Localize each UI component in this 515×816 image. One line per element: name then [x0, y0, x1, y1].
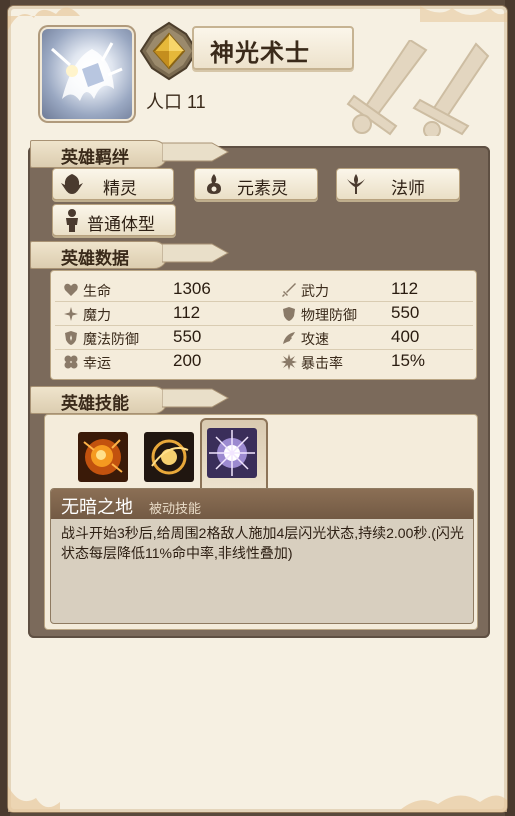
bond-body-type-button[interactable]: 普通体型 — [52, 204, 176, 236]
bond-elf-label: 精灵 — [103, 179, 137, 198]
stat-hp-value: 1306 — [173, 279, 211, 298]
skill-description: 战斗开始3秒后,给周围2格敌人施加4层闪光状态,持续2.00秒.(闪光状态每层降… — [61, 525, 464, 561]
hero-name: 神光术士 — [210, 40, 310, 67]
magic-shield-icon — [65, 331, 77, 345]
fire-fist-icon — [78, 432, 128, 482]
element-spirit-icon — [207, 174, 221, 194]
stat-crit-value: 15% — [391, 351, 426, 370]
skill-slot-3-selected[interactable] — [207, 428, 257, 478]
elf-icon — [61, 174, 83, 194]
stat-attack-value: 112 — [391, 279, 419, 298]
golden-orb-icon — [144, 432, 194, 482]
stat-phys-def-value: 550 — [391, 303, 420, 322]
skill-name: 无暗之地 — [61, 497, 133, 517]
stat-attack-label: 武力 — [301, 283, 329, 299]
bond-body-type-label: 普通体型 — [87, 215, 155, 234]
stat-row: 幸运 200 暴击率 15% — [55, 351, 473, 373]
clover-icon — [64, 355, 78, 369]
skills-section-header: 英雄技能 — [30, 386, 168, 414]
bond-mage-button[interactable]: 法师 — [336, 168, 460, 200]
skill-slot-2[interactable] — [144, 432, 194, 482]
stat-magic-def-value: 550 — [173, 327, 202, 346]
bond-mage-label: 法师 — [391, 179, 425, 198]
gold-diamond-emblem-icon — [139, 21, 199, 81]
skills-section-title: 英雄技能 — [61, 394, 129, 413]
stats-section-header: 英雄数据 — [30, 241, 168, 269]
stats-table: 生命 1306 武力 112 魔力 112 物理防御 550 魔法防御 550 — [50, 270, 477, 380]
crossed-swords-decoration — [346, 40, 490, 136]
stat-phys-def-label: 物理防御 — [301, 307, 357, 323]
stat-row: 魔法防御 550 攻速 400 — [55, 327, 473, 350]
skill-detail-card: 无暗之地 被动技能 战斗开始3秒后,给周围2格敌人施加4层闪光状态,持续2.00… — [50, 488, 474, 624]
heart-icon — [64, 283, 78, 296]
mage-icon — [347, 174, 365, 194]
bond-element-spirit-button[interactable]: 元素灵 — [194, 168, 318, 200]
stat-luck-value: 200 — [173, 351, 202, 370]
flame-border-bottom — [8, 786, 507, 812]
stat-luck-label: 幸运 — [83, 355, 111, 371]
bonds-section-title: 英雄羁绊 — [61, 148, 129, 167]
hero-portrait[interactable] — [42, 29, 132, 119]
shield-icon — [283, 307, 295, 321]
stat-magic-def-label: 魔法防御 — [83, 331, 139, 347]
stat-atk-speed-label: 攻速 — [301, 331, 329, 347]
bonds-section-header: 英雄羁绊 — [30, 140, 168, 168]
radiant-light-icon — [207, 428, 257, 478]
stat-hp-label: 生命 — [83, 283, 111, 299]
skills-ribbon-decoration — [162, 388, 230, 408]
stat-row: 魔力 112 物理防御 550 — [55, 303, 473, 326]
magic-sparkle-icon — [64, 307, 78, 321]
skill-type: 被动技能 — [149, 501, 202, 516]
bonds-ribbon-decoration — [162, 142, 230, 162]
skill-detail-header: 无暗之地 被动技能 — [51, 489, 473, 519]
sword-icon — [282, 283, 296, 297]
stats-ribbon-decoration — [162, 243, 230, 263]
hero-portrait-art — [51, 42, 123, 101]
hero-population: 人口 11 — [146, 92, 206, 112]
wing-icon — [283, 332, 295, 344]
stat-atk-speed-value: 400 — [391, 327, 420, 346]
human-body-icon — [66, 209, 78, 232]
stat-crit-label: 暴击率 — [301, 355, 343, 371]
stat-magic-label: 魔力 — [83, 307, 111, 323]
stats-section-title: 英雄数据 — [61, 249, 129, 268]
burst-icon — [281, 354, 297, 370]
bond-element-spirit-label: 元素灵 — [237, 179, 288, 198]
skill-slot-1[interactable] — [78, 432, 128, 482]
stat-row: 生命 1306 武力 112 — [55, 279, 473, 302]
stat-magic-value: 112 — [173, 303, 201, 322]
bond-elf-button[interactable]: 精灵 — [52, 168, 174, 200]
